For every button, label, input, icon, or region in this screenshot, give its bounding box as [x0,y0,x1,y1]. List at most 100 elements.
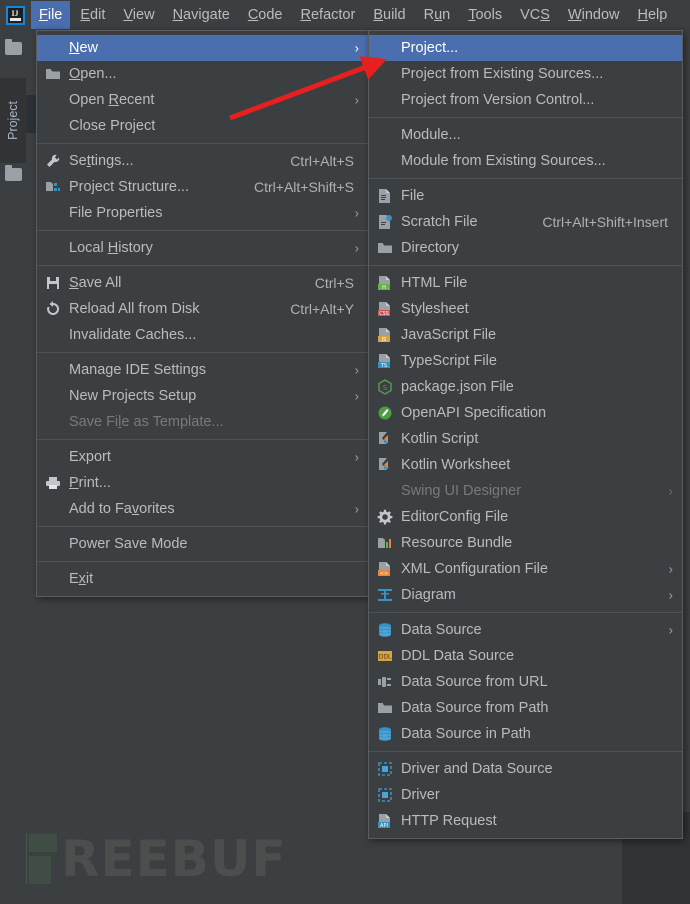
menu-item-project-from-existing-sources[interactable]: Project from Existing Sources... [369,61,682,87]
menu-item-label: HTTP Request [401,813,497,829]
svg-text:H: H [382,285,386,291]
ts-file-icon: TS [377,353,397,369]
menu-item-typescript-file[interactable]: TS TypeScript File [369,348,682,374]
menubar-item-vcs[interactable]: VCS [512,1,558,29]
menu-item-open-recent[interactable]: Open Recent › [37,87,368,113]
menu-item-label: DDL Data Source [401,648,515,664]
menu-item-shortcut: Ctrl+Alt+Shift+Insert [542,214,668,230]
menu-item-label: Power Save Mode [69,536,188,552]
menu-item-project-structure[interactable]: Project Structure... Ctrl+Alt+Shift+S [37,174,368,200]
menu-item-javascript-file[interactable]: JS JavaScript File [369,322,682,348]
menu-item-label: File Properties [69,205,163,221]
menu-item-file[interactable]: File [369,183,682,209]
menubar-item-help[interactable]: Help [629,1,675,29]
menu-item-scratch-file[interactable]: Scratch File Ctrl+Alt+Shift+Insert [369,209,682,235]
menu-item-kotlin-script[interactable]: Kotlin Script [369,426,682,452]
menu-item-power-save-mode[interactable]: Power Save Mode [37,531,368,557]
menu-item-label: File [401,188,425,204]
menu-item-label: Save All [69,275,122,291]
menu-item-editorconfig-file[interactable]: EditorConfig File [369,504,682,530]
menu-item-reload-all-from-disk[interactable]: Reload All from Disk Ctrl+Alt+Y [37,296,368,322]
menu-item-package-json-file[interactable]: Spackage.json File [369,374,682,400]
menu-item-close-project[interactable]: Close Project [37,113,368,139]
menu-item-new[interactable]: New › [37,35,368,61]
menu-item-label: Diagram [401,587,456,603]
menu-item-manage-ide-settings[interactable]: Manage IDE Settings › [37,357,368,383]
menu-item-print[interactable]: Print... [37,470,368,496]
menu-item-project[interactable]: Project... [369,35,682,61]
menu-item-shortcut: Ctrl+Alt+S [290,153,354,169]
chevron-right-icon: › [354,92,359,108]
menubar-item-refactor[interactable]: Refactor [293,1,364,29]
menu-item-data-source-in-path[interactable]: Data Source in Path [369,721,682,747]
no-icon-spacer [45,501,65,517]
menu-item-label: Kotlin Script [401,431,479,447]
menubar-item-window[interactable]: Window [560,1,628,29]
menubar-item-run[interactable]: Run [416,1,459,29]
menu-item-project-from-version-control[interactable]: Project from Version Control... [369,87,682,113]
menu-item-exit[interactable]: Exit [37,566,368,592]
menu-item-diagram[interactable]: Diagram › [369,582,682,608]
menu-item-module[interactable]: Module... [369,122,682,148]
menu-item-settings[interactable]: Settings... Ctrl+Alt+S [37,148,368,174]
menubar-item-view[interactable]: View [115,1,162,29]
menu-item-add-to-favorites[interactable]: Add to Favorites › [37,496,368,522]
no-icon-spacer [377,92,397,108]
no-icon-spacer [45,449,65,465]
printer-icon [45,475,65,491]
menubar-item-edit[interactable]: Edit [72,1,113,29]
menu-separator [37,352,368,353]
menu-separator [37,143,368,144]
menu-item-data-source[interactable]: Data Source › [369,617,682,643]
menu-item-swing-ui-designer: Swing UI Designer › [369,478,682,504]
svg-text:TS: TS [380,363,387,369]
menu-item-data-source-from-path[interactable]: Data Source from Path [369,695,682,721]
menubar-item-code[interactable]: Code [240,1,291,29]
menu-item-xml-configuration-file[interactable]: <> XML Configuration File › [369,556,682,582]
js-file-icon: JS [377,327,397,343]
svg-text:CSS: CSS [379,311,389,317]
menu-item-invalidate-caches[interactable]: Invalidate Caches... [37,322,368,348]
menu-item-stylesheet[interactable]: CSS Stylesheet [369,296,682,322]
menu-item-shortcut: Ctrl+Alt+Shift+S [254,179,354,195]
menu-item-label: Driver [401,787,440,803]
chevron-right-icon: › [354,388,359,404]
menu-item-new-projects-setup[interactable]: New Projects Setup › [37,383,368,409]
menubar-item-file[interactable]: File [31,1,71,29]
menu-item-label: Print... [69,475,111,491]
menu-item-openapi-specification[interactable]: OpenAPI Specification [369,400,682,426]
menu-item-label: Exit [69,571,94,587]
menu-item-html-file[interactable]: H HTML File [369,270,682,296]
menu-item-ddl-data-source[interactable]: DDL DDL Data Source [369,643,682,669]
menu-item-label: Settings... [69,153,134,169]
menu-item-module-from-existing-sources[interactable]: Module from Existing Sources... [369,148,682,174]
menu-item-file-properties[interactable]: File Properties › [37,200,368,226]
no-icon-spacer [45,327,65,343]
menubar-item-navigate[interactable]: Navigate [165,1,238,29]
file-icon [377,188,397,204]
menu-item-directory[interactable]: Directory [369,235,682,261]
menu-item-resource-bundle[interactable]: Resource Bundle [369,530,682,556]
menu-item-kotlin-worksheet[interactable]: Kotlin Worksheet [369,452,682,478]
folder-icon [377,700,397,716]
menu-item-label: JavaScript File [401,327,497,343]
menu-item-export[interactable]: Export › [37,444,368,470]
menu-item-http-request[interactable]: API HTTP Request [369,808,682,834]
menu-item-data-source-from-url[interactable]: Data Source from URL [369,669,682,695]
menu-item-save-all[interactable]: Save All Ctrl+S [37,270,368,296]
no-icon-spacer [377,66,397,82]
menu-item-driver[interactable]: Driver [369,782,682,808]
menu-item-label: Directory [401,240,460,256]
no-icon-spacer [377,483,397,499]
menubar-item-tools[interactable]: Tools [460,1,510,29]
no-icon-spacer [45,414,65,430]
chevron-right-icon: › [354,40,359,56]
menu-item-label: Data Source from URL [401,674,548,690]
menu-item-local-history[interactable]: Local History › [37,235,368,261]
menu-item-open[interactable]: Open... [37,61,368,87]
sidebar-item-project[interactable]: Project [0,78,26,163]
menu-item-label: Open... [69,66,117,82]
menubar-item-build[interactable]: Build [365,1,413,29]
svg-text:S: S [383,384,388,392]
menu-item-driver-and-data-source[interactable]: Driver and Data Source [369,756,682,782]
